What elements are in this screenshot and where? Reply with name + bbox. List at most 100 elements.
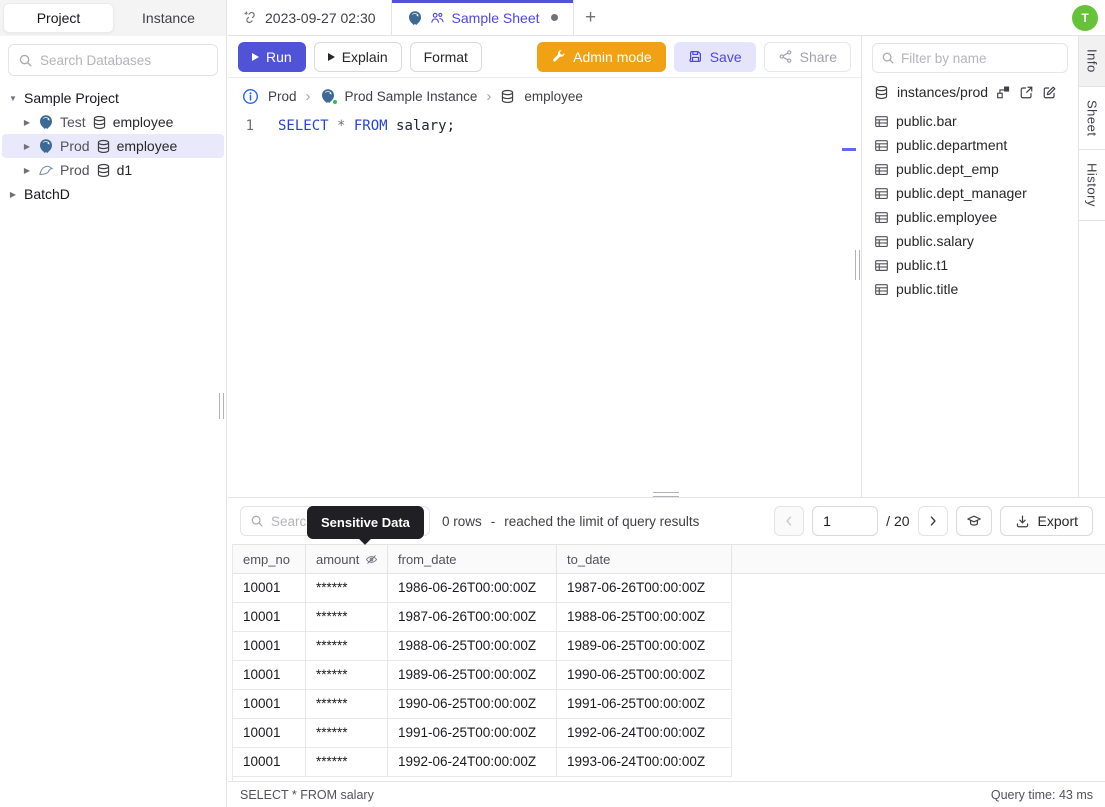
environment-label: Prod [60,162,90,178]
save-icon [688,49,703,64]
cell-to_date: 1989-06-25T00:00:00Z [557,632,732,661]
column-header-from-date[interactable]: from_date [388,545,557,573]
cell-to_date: 1990-06-25T00:00:00Z [557,661,732,690]
breadcrumb-environment[interactable]: Prod [268,89,297,104]
chevron-right-icon[interactable]: ▶ [22,166,32,175]
tab-sample-sheet[interactable]: Sample Sheet [391,0,574,35]
play-icon [327,52,335,61]
sidebar-resize-handle[interactable] [219,393,224,419]
user-avatar[interactable]: T [1072,4,1098,31]
column-header-to-date[interactable]: to_date [557,545,732,573]
table-name: public.dept_manager [896,185,1027,201]
column-header-amount[interactable]: amount [306,545,388,573]
chevron-right-icon[interactable]: ▶ [22,142,32,151]
tab-sheet-label: Sample Sheet [451,9,540,26]
save-button[interactable]: Save [673,41,756,72]
schema-diagram-icon[interactable] [996,85,1011,100]
row-filler [732,719,1105,748]
chevron-right-icon[interactable]: ▶ [22,118,32,127]
sidebar-database-item[interactable]: ▶ Prod employee [2,134,224,158]
table-list-item[interactable]: public.title [862,277,1078,301]
table-filter[interactable] [872,43,1068,73]
table-name: public.title [896,281,959,297]
sidebar-database-item[interactable]: ▶ Prod d1 [2,158,224,182]
cell-to_date: 1987-06-26T00:00:00Z [557,574,732,603]
limit-note: reached the limit of query results [504,513,700,529]
postgres-instance-icon [320,88,338,105]
table-icon [874,234,889,249]
table-row[interactable]: 10001 ****** 1989-06-25T00:00:00Z 1990-06-2… [233,661,1105,690]
database-search[interactable] [8,44,218,76]
collapsed-project-label: BatchD [24,186,70,202]
table-list-item[interactable]: public.department [862,133,1078,157]
connection-path: instances/prod [897,84,989,100]
table-row[interactable]: 10001 ****** 1992-06-24T00:00:00Z 1993-06-2… [233,748,1105,777]
play-icon [252,52,259,61]
format-button[interactable]: Format [409,41,482,72]
search-icon [18,53,33,68]
table-list-item[interactable]: public.salary [862,229,1078,253]
export-button[interactable]: Export [999,506,1093,536]
table-list-item[interactable]: public.dept_emp [862,157,1078,181]
admin-mode-button[interactable]: Admin mode [537,41,666,72]
tab-history-sheet[interactable]: 2023-09-27 02:30 [228,0,392,35]
download-icon [1015,514,1030,529]
sql-editor[interactable]: 1 SELECT * FROM salary; [228,114,861,497]
sidebar-database-item[interactable]: ▶ Test employee [2,110,224,134]
tab-project[interactable]: Project [3,3,114,33]
database-name: employee [112,114,174,130]
table-row[interactable]: 10001 ****** 1990-06-25T00:00:00Z 1991-06-2… [233,690,1105,719]
table-row[interactable]: 10001 ****** 1986-06-26T00:00:00Z 1987-06-2… [233,574,1105,603]
panel-resize-handle[interactable] [855,250,860,280]
share-button[interactable]: Share [763,41,851,72]
table-filter-input[interactable] [901,50,1059,66]
table-list-item[interactable]: public.dept_manager [862,181,1078,205]
unsaved-dot [550,14,558,21]
table-list: public.bar public.department public.dept… [862,107,1078,303]
table-icon [874,114,889,129]
info-icon[interactable] [242,88,259,105]
chevron-right-icon[interactable]: ▶ [8,190,18,199]
chevron-down-icon[interactable]: ▼ [8,94,18,103]
rail-tab-sheet[interactable]: Sheet [1079,87,1105,151]
tree-project-root[interactable]: ▼ Sample Project [0,86,226,110]
prev-page-button[interactable] [774,506,805,536]
results-resize-handle[interactable] [653,492,679,497]
cell-from_date: 1991-06-25T00:00:00Z [388,719,557,748]
project-root-label: Sample Project [24,90,119,106]
rail-tab-history[interactable]: History [1079,150,1105,222]
tree-project-batchd[interactable]: ▶ BatchD [0,182,226,206]
table-list-item[interactable]: public.employee [862,205,1078,229]
database-name: employee [116,138,178,154]
database-search-input[interactable] [40,52,208,68]
external-link-icon[interactable] [1019,85,1034,100]
cell-emp_no: 10001 [233,690,306,719]
table-row[interactable]: 10001 ****** 1991-06-25T00:00:00Z 1992-06-2… [233,719,1105,748]
table-row[interactable]: 10001 ****** 1987-06-26T00:00:00Z 1988-06-2… [233,603,1105,632]
cell-to_date: 1991-06-25T00:00:00Z [557,690,732,719]
page-number-input[interactable] [812,506,879,536]
table-list-item[interactable]: public.t1 [862,253,1078,277]
next-page-button[interactable] [917,506,948,536]
query-time-label: Query time: 43 ms [990,787,1093,802]
sql-code-line[interactable]: SELECT * FROM salary; [264,118,455,497]
database-icon [92,115,107,130]
wrench-icon [551,49,566,64]
row-filler [732,748,1105,777]
explain-button[interactable]: Explain [313,41,402,72]
tab-instance[interactable]: Instance [114,3,223,33]
edit-icon[interactable] [1042,85,1057,100]
run-button[interactable]: Run [238,41,306,72]
breadcrumb-database[interactable]: employee [524,89,583,104]
cell-from_date: 1990-06-25T00:00:00Z [388,690,557,719]
table-list-item[interactable]: public.bar [862,109,1078,133]
breadcrumb-instance[interactable]: Prod Sample Instance [345,89,478,104]
table-row[interactable]: 10001 ****** 1988-06-25T00:00:00Z 1989-06-2… [233,632,1105,661]
table-name: public.bar [896,113,957,129]
users-icon [430,10,445,25]
column-header-emp-no[interactable]: emp_no [233,545,306,573]
content-row: Run Explain Format Admin mode Save Share… [228,36,1105,497]
rail-tab-info[interactable]: Info [1079,36,1105,87]
new-tab-button[interactable]: + [574,0,608,35]
graduation-cap-button[interactable] [955,506,992,536]
